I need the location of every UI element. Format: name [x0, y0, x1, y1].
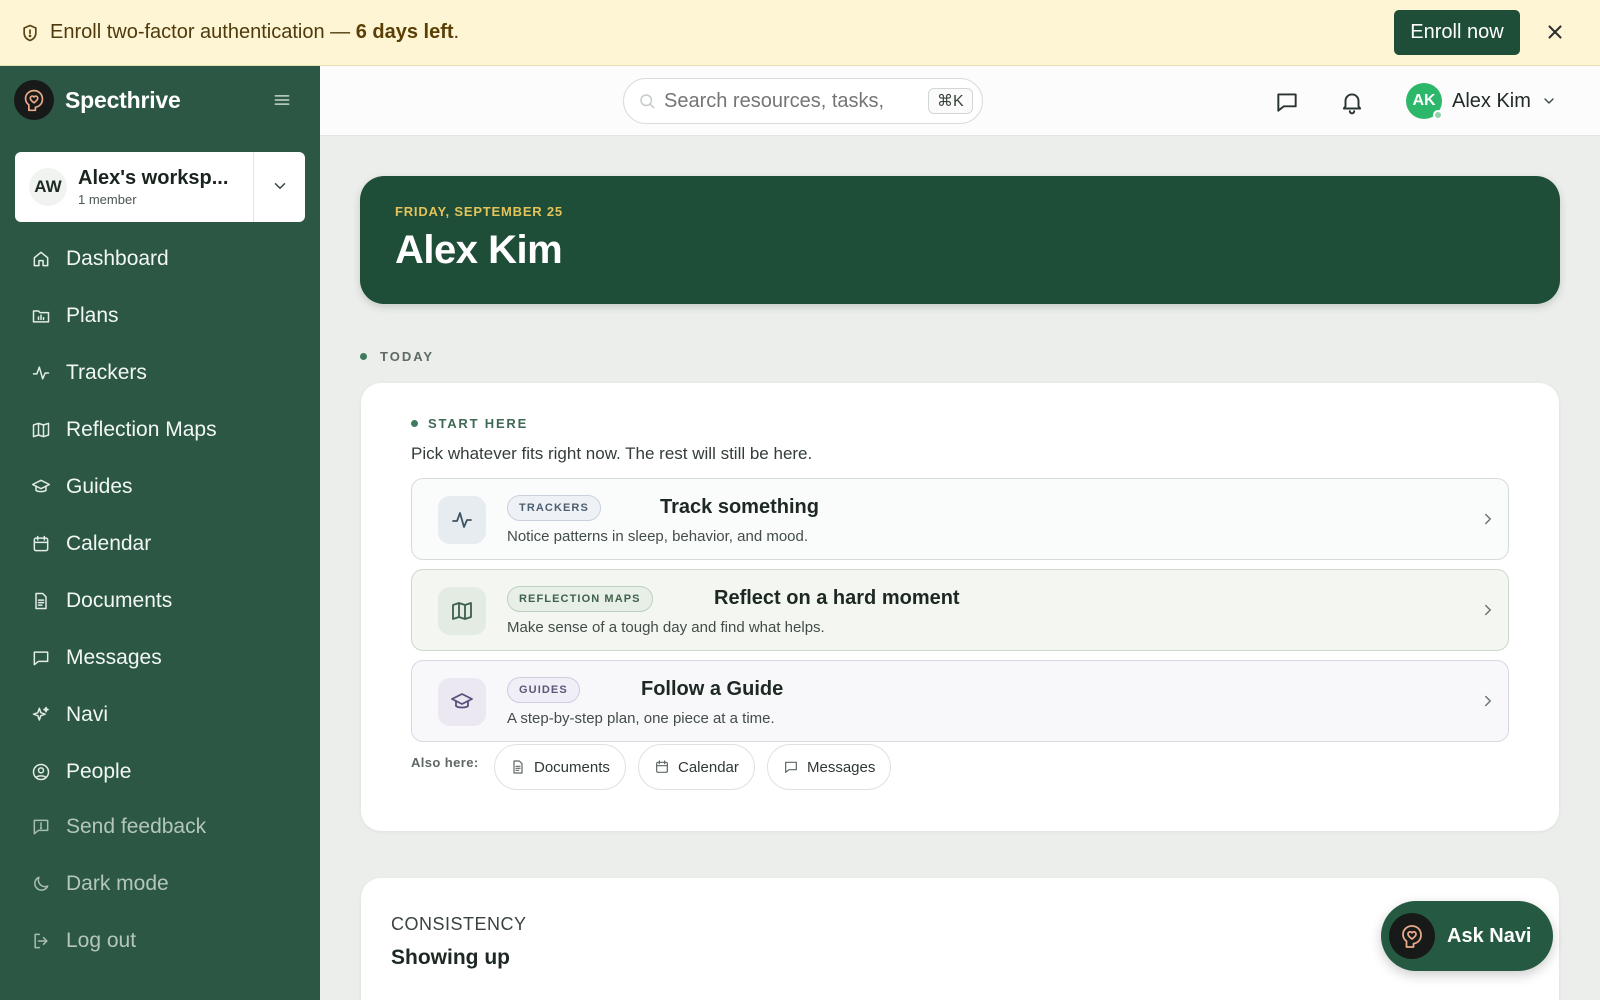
feedback-icon — [31, 817, 51, 837]
action-title: Reflect on a hard moment — [714, 587, 960, 609]
message-icon — [783, 759, 799, 775]
tag-trackers: TRACKERS — [507, 495, 601, 521]
folder-chart-icon — [31, 306, 51, 326]
graduation-cap-icon — [438, 678, 486, 726]
bell-icon[interactable] — [1339, 89, 1365, 115]
message-icon — [31, 648, 51, 668]
brand-logo-icon — [1389, 913, 1435, 959]
action-description: A step-by-step plan, one piece at a time… — [507, 710, 775, 727]
search-box[interactable]: ⌘K — [623, 78, 983, 124]
consistency-card: CONSISTENCY Showing up — [361, 878, 1559, 1000]
sparkles-icon — [31, 705, 51, 725]
sidebar-item-dashboard[interactable]: Dashboard — [0, 236, 320, 282]
two-factor-banner: Enroll two-factor authentication — 6 day… — [0, 0, 1600, 66]
page-title: Alex Kim — [395, 228, 563, 272]
workspace-name: Alex's worksp... — [78, 167, 229, 189]
sidebar-item-people[interactable]: People — [0, 749, 320, 795]
action-description: Make sense of a tough day and find what … — [507, 619, 825, 636]
user-circle-icon — [31, 762, 51, 782]
send-feedback-button[interactable]: Send feedback — [0, 804, 320, 850]
topbar: ⌘K AK Alex Kim — [320, 66, 1600, 136]
close-banner-icon[interactable] — [1544, 21, 1566, 43]
tag-reflection-maps: REFLECTION MAPS — [507, 586, 653, 612]
action-reflect-hard-moment[interactable]: REFLECTION MAPS Reflect on a hard moment… — [411, 569, 1509, 651]
calendar-icon — [31, 534, 51, 554]
also-here-label: Also here: — [411, 755, 479, 770]
sidebar-item-navi[interactable]: Navi — [0, 692, 320, 738]
hero-date: FRIDAY, SEPTEMBER 25 — [395, 204, 563, 219]
map-icon — [31, 420, 51, 440]
action-track-something[interactable]: TRACKERS Track something Notice patterns… — [411, 478, 1509, 560]
banner-message: Enroll two-factor authentication — 6 day… — [50, 21, 460, 43]
graduation-cap-icon — [31, 477, 51, 497]
sidebar-item-messages[interactable]: Messages — [0, 635, 320, 681]
action-follow-guide[interactable]: GUIDES Follow a Guide A step-by-step pla… — [411, 660, 1509, 742]
action-description: Notice patterns in sleep, behavior, and … — [507, 528, 809, 545]
chevron-down-icon[interactable] — [271, 177, 289, 195]
workspace-switcher[interactable]: AW Alex's worksp... 1 member — [15, 152, 305, 222]
workspace-divider — [253, 152, 254, 222]
activity-icon — [438, 496, 486, 544]
tag-guides: GUIDES — [507, 677, 580, 703]
sidebar: Specthrive AW Alex's worksp... 1 member … — [0, 66, 320, 1000]
search-input[interactable] — [664, 89, 899, 113]
start-here-label: START HERE — [411, 416, 528, 431]
section-dot — [360, 353, 367, 360]
also-link-messages[interactable]: Messages — [767, 744, 892, 790]
brand-logo-icon — [14, 80, 54, 120]
consistency-title: Showing up — [391, 946, 510, 969]
today-section-label: TODAY — [360, 349, 434, 364]
sidebar-item-calendar[interactable]: Calendar — [0, 521, 320, 567]
avatar: AK — [1406, 83, 1443, 120]
search-shortcut: ⌘K — [928, 88, 973, 114]
sidebar-item-guides[interactable]: Guides — [0, 464, 320, 510]
also-link-calendar[interactable]: Calendar — [638, 744, 755, 790]
sidebar-item-trackers[interactable]: Trackers — [0, 350, 320, 396]
chevron-right-icon — [1479, 510, 1497, 528]
section-dot — [411, 420, 418, 427]
ask-navi-label: Ask Navi — [1447, 924, 1532, 947]
start-here-subtitle: Pick whatever fits right now. The rest w… — [411, 444, 813, 463]
document-icon — [31, 591, 51, 611]
document-icon — [510, 759, 526, 775]
chevron-down-icon — [1541, 93, 1557, 109]
action-title: Track something — [660, 496, 819, 518]
also-link-documents[interactable]: Documents — [494, 744, 626, 790]
action-title: Follow a Guide — [641, 678, 784, 700]
logout-icon — [31, 931, 51, 951]
map-icon — [438, 587, 486, 635]
sidebar-item-plans[interactable]: Plans — [0, 293, 320, 339]
brand-name: Specthrive — [65, 86, 181, 113]
consistency-eyebrow: CONSISTENCY — [391, 914, 527, 934]
shield-alert-icon — [20, 23, 40, 43]
start-here-card: START HERE Pick whatever fits right now.… — [361, 383, 1559, 831]
sidebar-item-reflection-maps[interactable]: Reflection Maps — [0, 407, 320, 453]
workspace-avatar: AW — [29, 168, 67, 206]
calendar-icon — [654, 759, 670, 775]
chevron-right-icon — [1479, 601, 1497, 619]
user-name: Alex Kim — [1452, 89, 1531, 112]
log-out-button[interactable]: Log out — [0, 918, 320, 964]
moon-icon — [31, 874, 51, 894]
online-status-dot — [1433, 110, 1443, 120]
chevron-right-icon — [1479, 692, 1497, 710]
messages-icon[interactable] — [1274, 89, 1300, 115]
home-icon — [31, 249, 51, 269]
dark-mode-toggle[interactable]: Dark mode — [0, 861, 320, 907]
activity-icon — [31, 363, 51, 383]
enroll-now-button[interactable]: Enroll now — [1394, 10, 1520, 55]
welcome-hero: FRIDAY, SEPTEMBER 25 Alex Kim — [360, 176, 1560, 304]
brand[interactable]: Specthrive — [14, 80, 181, 120]
sidebar-item-documents[interactable]: Documents — [0, 578, 320, 624]
menu-toggle-icon[interactable] — [272, 90, 292, 110]
user-menu[interactable]: AK Alex Kim — [1406, 83, 1557, 120]
ask-navi-button[interactable]: Ask Navi — [1381, 901, 1553, 971]
workspace-members: 1 member — [78, 192, 137, 207]
search-icon — [638, 92, 656, 110]
